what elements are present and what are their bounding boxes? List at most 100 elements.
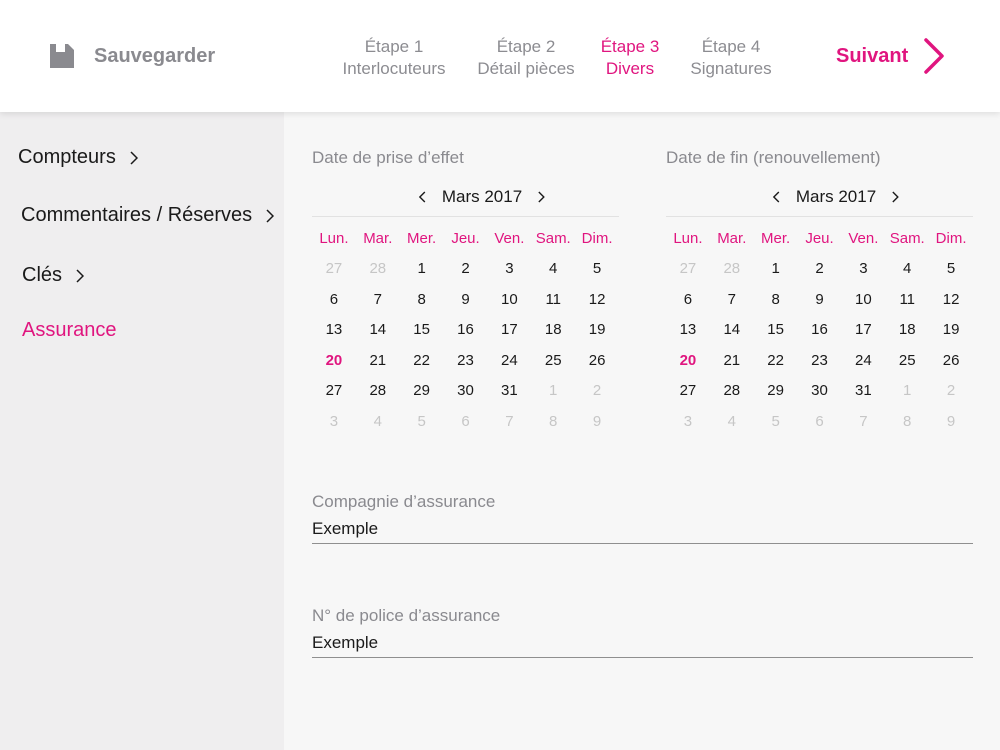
calendar-day[interactable]: 4	[710, 413, 754, 430]
calendar-day[interactable]: 7	[356, 291, 400, 308]
calendar-day[interactable]: 5	[754, 413, 798, 430]
calendar-day[interactable]: 28	[710, 260, 754, 277]
calendar-day[interactable]: 28	[356, 382, 400, 399]
calendar-day[interactable]: 2	[929, 382, 973, 399]
sidebar-item-commentaires[interactable]: Commentaires / Réserves	[21, 204, 275, 227]
calendar-day[interactable]: 1	[531, 382, 575, 399]
calendar-day[interactable]: 1	[885, 382, 929, 399]
calendar-day[interactable]: 26	[575, 352, 619, 369]
sidebar-item-cles[interactable]: Clés	[22, 264, 85, 287]
calendar-day[interactable]: 9	[575, 413, 619, 430]
step-4-title: Signatures	[690, 59, 772, 78]
calendar-day[interactable]: 21	[356, 352, 400, 369]
calendar-day[interactable]: 14	[356, 321, 400, 338]
calendar-day[interactable]: 4	[356, 413, 400, 430]
calendar-day[interactable]: 10	[487, 291, 531, 308]
step-1-tab[interactable]: Étape 1 Interlocuteurs	[330, 36, 458, 80]
calendar-day[interactable]: 10	[841, 291, 885, 308]
calendar-day[interactable]: 23	[798, 352, 842, 369]
calendar-day[interactable]: 6	[444, 413, 488, 430]
calendar-day[interactable]: 4	[885, 260, 929, 277]
calendar-day[interactable]: 20	[312, 352, 356, 369]
calendar-day[interactable]: 27	[312, 260, 356, 277]
calendar-day[interactable]: 2	[575, 382, 619, 399]
next-button[interactable]: Suivant	[836, 36, 948, 76]
calendar-day[interactable]: 8	[531, 413, 575, 430]
calendar-day[interactable]: 19	[929, 321, 973, 338]
calendar-day[interactable]: 17	[841, 321, 885, 338]
insurance-company-input[interactable]	[312, 519, 973, 544]
calendar-day[interactable]: 22	[400, 352, 444, 369]
policy-number-input[interactable]	[312, 633, 973, 658]
calendar-day[interactable]: 31	[841, 382, 885, 399]
calendar-day[interactable]: 27	[312, 382, 356, 399]
calendar-day[interactable]: 28	[710, 382, 754, 399]
calendar-day[interactable]: 28	[356, 260, 400, 277]
calendar-day[interactable]: 18	[531, 321, 575, 338]
calendar-day[interactable]: 6	[666, 291, 710, 308]
calendar-day[interactable]: 8	[754, 291, 798, 308]
calendar-day[interactable]: 11	[885, 291, 929, 308]
sidebar-item-assurance[interactable]: Assurance	[22, 319, 117, 342]
step-3-tab[interactable]: Étape 3 Divers	[590, 36, 670, 80]
calendar-day[interactable]: 31	[487, 382, 531, 399]
calendar-day[interactable]: 15	[754, 321, 798, 338]
calendar-day[interactable]: 5	[575, 260, 619, 277]
calendar-day[interactable]: 8	[400, 291, 444, 308]
calendar-day[interactable]: 7	[710, 291, 754, 308]
calendar-day[interactable]: 27	[666, 260, 710, 277]
calendar-day[interactable]: 25	[885, 352, 929, 369]
calendar-day[interactable]: 6	[798, 413, 842, 430]
calendar-day[interactable]: 7	[487, 413, 531, 430]
step-2-tab[interactable]: Étape 2 Détail pièces	[468, 36, 584, 80]
calendar-day[interactable]: 1	[754, 260, 798, 277]
sidebar-item-compteurs[interactable]: Compteurs	[18, 146, 138, 169]
calendar-day[interactable]: 24	[841, 352, 885, 369]
calendar-day[interactable]: 13	[312, 321, 356, 338]
calendar-day[interactable]: 6	[312, 291, 356, 308]
calendar-day[interactable]: 12	[929, 291, 973, 308]
calendar-day[interactable]: 25	[531, 352, 575, 369]
calendar-day[interactable]: 1	[400, 260, 444, 277]
calendar-day[interactable]: 9	[798, 291, 842, 308]
calendar-day[interactable]: 23	[444, 352, 488, 369]
calendar-day[interactable]: 20	[666, 352, 710, 369]
calendar-day[interactable]: 16	[798, 321, 842, 338]
calendar-day[interactable]: 5	[929, 260, 973, 277]
calendar-day[interactable]: 29	[754, 382, 798, 399]
calendar-day[interactable]: 5	[400, 413, 444, 430]
calendar-day[interactable]: 26	[929, 352, 973, 369]
prev-month-button[interactable]	[412, 186, 434, 208]
calendar-day[interactable]: 29	[400, 382, 444, 399]
calendar-day[interactable]: 24	[487, 352, 531, 369]
step-4-tab[interactable]: Étape 4 Signatures	[682, 36, 780, 80]
calendar-day[interactable]: 12	[575, 291, 619, 308]
calendar-day[interactable]: 3	[487, 260, 531, 277]
calendar-day[interactable]: 30	[444, 382, 488, 399]
calendar-day[interactable]: 7	[841, 413, 885, 430]
calendar-day[interactable]: 18	[885, 321, 929, 338]
calendar-day[interactable]: 3	[841, 260, 885, 277]
calendar-day[interactable]: 30	[798, 382, 842, 399]
calendar-day[interactable]: 2	[798, 260, 842, 277]
next-month-button[interactable]	[884, 186, 906, 208]
calendar-day[interactable]: 21	[710, 352, 754, 369]
calendar-day[interactable]: 11	[531, 291, 575, 308]
calendar-day[interactable]: 16	[444, 321, 488, 338]
calendar-day[interactable]: 17	[487, 321, 531, 338]
calendar-day[interactable]: 3	[666, 413, 710, 430]
prev-month-button[interactable]	[766, 186, 788, 208]
next-month-button[interactable]	[530, 186, 552, 208]
calendar-day[interactable]: 22	[754, 352, 798, 369]
calendar-day[interactable]: 27	[666, 382, 710, 399]
calendar-day[interactable]: 15	[400, 321, 444, 338]
calendar-day[interactable]: 19	[575, 321, 619, 338]
calendar-day[interactable]: 13	[666, 321, 710, 338]
calendar-day[interactable]: 9	[444, 291, 488, 308]
calendar-day[interactable]: 14	[710, 321, 754, 338]
calendar-day[interactable]: 8	[885, 413, 929, 430]
calendar-day[interactable]: 9	[929, 413, 973, 430]
calendar-day[interactable]: 4	[531, 260, 575, 277]
calendar-day[interactable]: 3	[312, 413, 356, 430]
calendar-day[interactable]: 2	[444, 260, 488, 277]
